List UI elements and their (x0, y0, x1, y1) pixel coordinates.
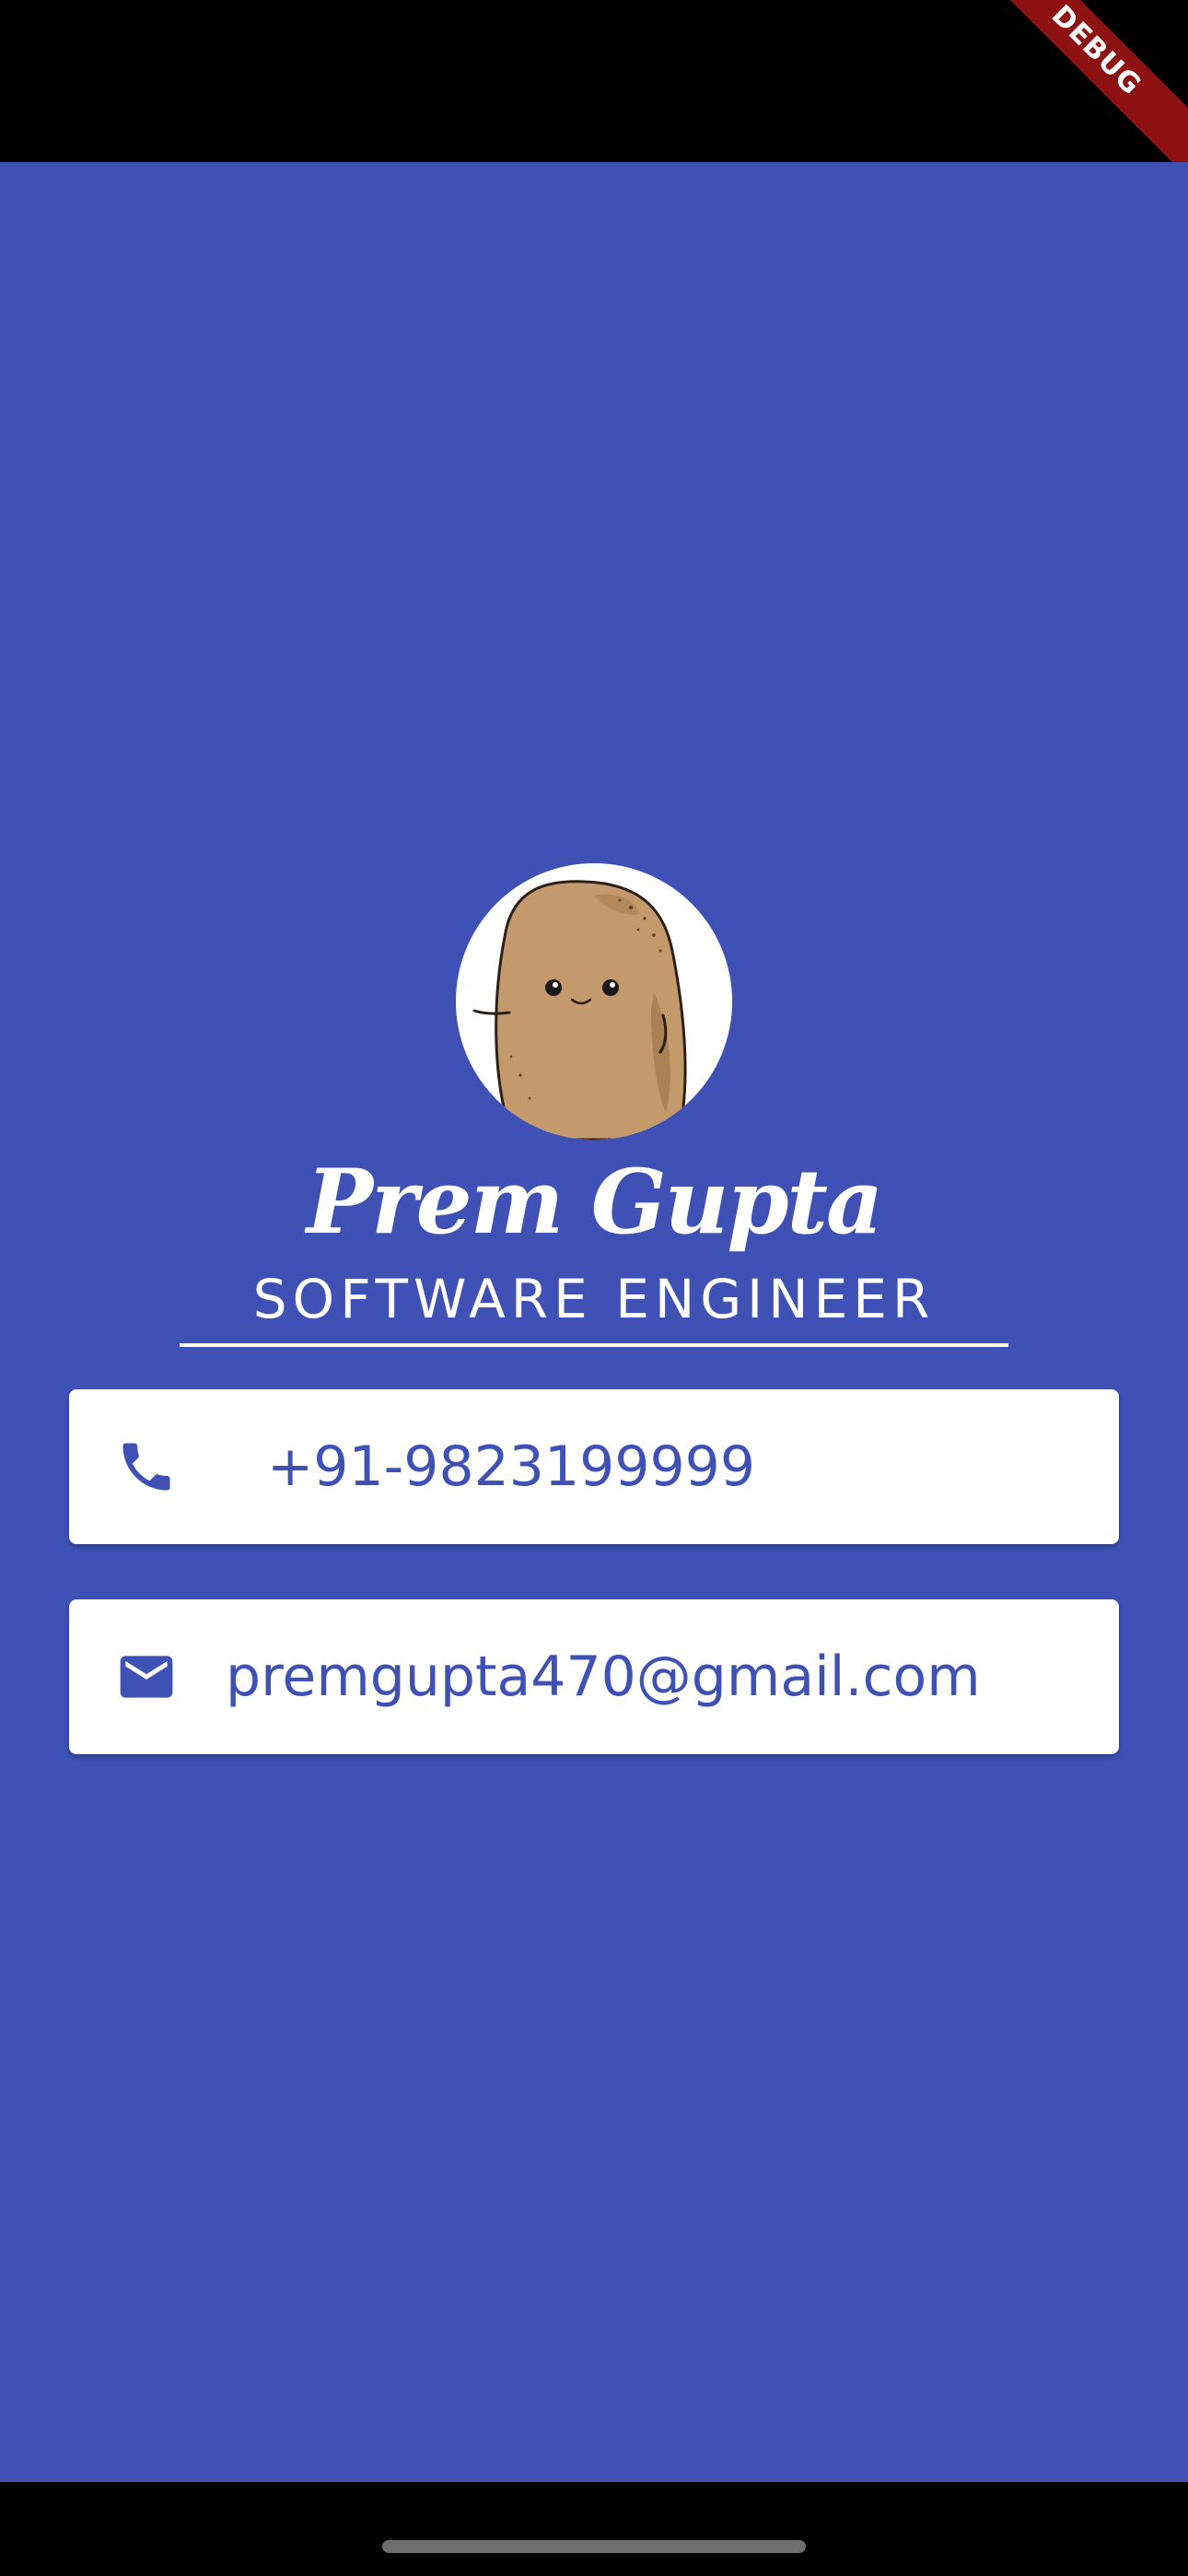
phone-number: +91-9823199999 (267, 1434, 756, 1499)
avatar (456, 863, 732, 1140)
home-indicator[interactable] (382, 2540, 806, 2553)
phone-icon (115, 1435, 178, 1498)
potato-illustration (456, 863, 732, 1140)
phone-card[interactable]: +91-9823199999 (69, 1389, 1119, 1544)
mail-icon (115, 1645, 178, 1708)
email-card[interactable]: premgupta470@gmail.com (69, 1599, 1119, 1754)
status-bar (0, 0, 1188, 162)
navigation-bar (0, 2482, 1188, 2576)
profile-title: SOFTWARE ENGINEER (252, 1268, 936, 1330)
email-address: premgupta470@gmail.com (226, 1645, 981, 1709)
profile-name: Prem Gupta (306, 1150, 883, 1254)
divider (180, 1343, 1008, 1347)
